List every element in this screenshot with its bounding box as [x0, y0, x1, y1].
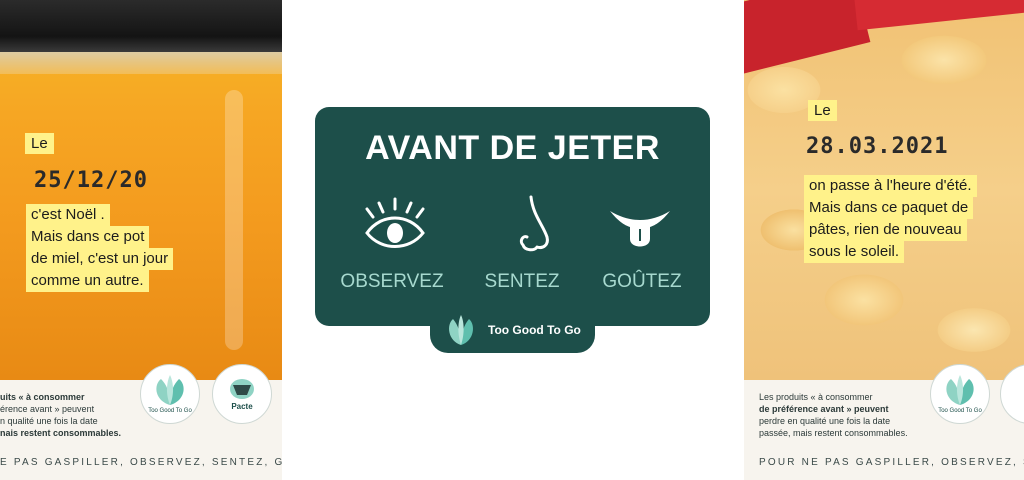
tgtg-logo-text: Too Good To Go	[148, 408, 192, 414]
info-line: passée, mais restent consommables.	[759, 428, 908, 438]
info-line: n qualité une fois la date	[0, 416, 98, 426]
info-line: nais restent consommables.	[0, 428, 122, 438]
info-text: uits « à consommer érence avant » peuven…	[0, 391, 121, 439]
action-label-taste: GOÛTEZ	[602, 271, 682, 292]
info-line: de préférence avant » peuvent	[759, 404, 889, 414]
body-line: Mais dans ce paquet de	[804, 197, 974, 219]
info-text: Les produits « à consommer de préférence…	[759, 391, 908, 439]
info-line: Les produits « à consommer	[759, 392, 873, 402]
body-line: de miel, c'est un jour	[26, 248, 174, 270]
brand-name: Too Good To Go	[488, 323, 581, 337]
date-stamp: 25/12/20	[34, 168, 148, 193]
poster-tagline: E PAS GASPILLER, OBSERVEZ, SENTEZ, GOUTE…	[0, 457, 282, 468]
poster-tagline: POUR NE PAS GASPILLER, OBSERVEZ, SENTEZ,…	[759, 457, 1024, 468]
left-poster: Le 25/12/20 c'est Noël . Mais dans ce po…	[0, 0, 282, 480]
pacte-logo-text: Pacte	[231, 402, 253, 411]
nose-icon	[519, 195, 549, 252]
label-le: Le	[25, 133, 54, 154]
tgtg-leaf-icon	[946, 375, 974, 405]
body-line: Mais dans ce pot	[26, 226, 150, 248]
info-line: perdre en qualité une fois la date	[759, 416, 891, 426]
info-line: érence avant » peuvent	[0, 404, 95, 414]
tgtg-round-logo: Too Good To Go	[930, 364, 990, 424]
date-stamp: 28.03.2021	[806, 134, 949, 159]
poster-body-text: c'est Noël . Mais dans ce pot de miel, c…	[26, 204, 276, 292]
right-poster: Le 28.03.2021 on passe à l'heure d'été. …	[744, 0, 1024, 480]
poster-body-text: on passe à l'heure d'été. Mais dans ce p…	[804, 175, 1024, 263]
tgtg-leaf-icon	[156, 375, 184, 405]
body-line: comme un autre.	[26, 270, 149, 292]
action-label-smell: SENTEZ	[484, 271, 560, 292]
jar-lid	[0, 0, 282, 52]
action-label-observe: OBSERVEZ	[340, 271, 444, 292]
brand-tab: Too Good To Go	[430, 309, 595, 353]
body-line: pâtes, rien de nouveau	[804, 219, 967, 241]
eye-icon	[365, 197, 425, 248]
info-line: uits « à consommer	[0, 392, 85, 402]
card-title: AVANT DE JETER	[365, 129, 660, 167]
body-line: sous le soleil.	[804, 241, 905, 263]
pacte-round-logo: Pacte	[212, 364, 272, 424]
label-le: Le	[808, 100, 837, 121]
body-line: c'est Noël .	[26, 204, 110, 226]
tgtg-round-logo: Too Good To Go	[140, 364, 200, 424]
tgtg-leaf-icon	[449, 315, 473, 345]
avant-de-jeter-card: AVANT DE JETER OBSERVEZ SENTEZ GOÛTEZ	[315, 107, 710, 326]
tongue-icon	[610, 211, 670, 247]
tgtg-logo-text: Too Good To Go	[938, 408, 982, 414]
body-line: on passe à l'heure d'été.	[804, 175, 977, 197]
jar-rim	[0, 52, 282, 74]
